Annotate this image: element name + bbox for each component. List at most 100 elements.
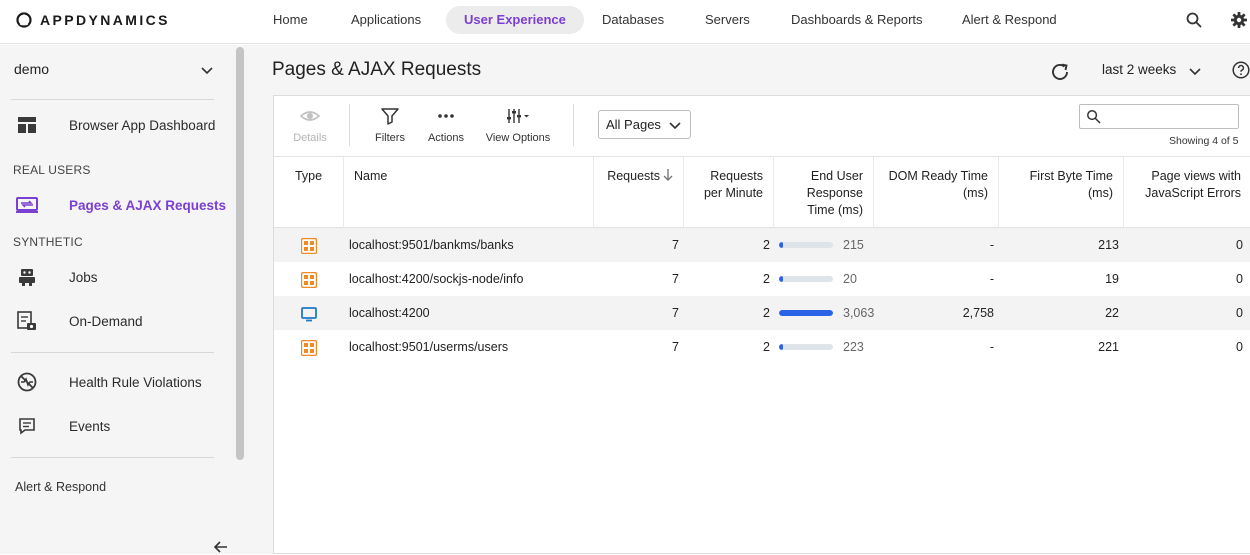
row-name-link[interactable]: localhost:9501/bankms/banks [349, 228, 514, 262]
column-header-label: (ms) [963, 186, 988, 200]
collapse-sidebar-icon[interactable] [213, 539, 229, 555]
sidebar-item-events[interactable]: Events [0, 411, 234, 441]
nav-user-experience[interactable]: User Experience [446, 6, 584, 34]
sidebar-item-browser-app-dashboard[interactable]: Browser App Dashboard [0, 110, 234, 140]
response-time-bar-fill [779, 344, 783, 350]
help-icon[interactable] [1232, 61, 1250, 79]
brand-name: APPDYNAMICS [40, 12, 170, 28]
table-row[interactable]: localhost:9501/bankms/banks 7 2 215 - 213 0 [274, 228, 1250, 262]
search-box[interactable] [1079, 104, 1239, 129]
sidebar-item-jobs[interactable]: Jobs [0, 262, 234, 292]
column-header-requests[interactable]: Requests [594, 157, 684, 228]
nav-databases[interactable]: Databases [584, 6, 682, 34]
toolbar-divider [573, 104, 574, 146]
time-range-selector[interactable]: last 2 weeks [1102, 62, 1202, 80]
table-row[interactable]: localhost:4200 7 2 3,063 2,758 22 0 [274, 296, 1250, 330]
events-icon [16, 415, 38, 437]
application-selector-value: demo [14, 61, 50, 77]
details-label: Details [293, 132, 327, 144]
row-requests-per-minute: 2 [763, 306, 770, 320]
filters-button[interactable]: Filters [372, 106, 408, 144]
sidebar-item-label: Browser App Dashboard [69, 117, 216, 133]
row-name-link[interactable]: localhost:4200/sockjs-node/info [349, 262, 523, 296]
sidebar-item-health-rule-violations[interactable]: Health Rule Violations [0, 367, 234, 397]
response-time-bar [779, 276, 833, 282]
column-header-label: Name [354, 169, 388, 183]
chevron-down-icon [669, 122, 681, 130]
column-header-label: per Minute [703, 186, 763, 200]
sidebar-item-label: On-Demand [69, 313, 143, 329]
column-header-label: End User [810, 169, 863, 183]
toolbar: Details Filters Actions View Options All… [274, 96, 1250, 156]
table-row[interactable]: localhost:9501/userms/users 7 2 223 - 221 0 [274, 330, 1250, 364]
row-first-byte-time: 221 [1098, 340, 1119, 354]
chevron-down-icon [201, 67, 213, 75]
section-real-users: REAL USERS [13, 163, 91, 177]
actions-label: Actions [427, 132, 465, 144]
nav-applications[interactable]: Applications [333, 6, 439, 34]
sidebar-scrollbar[interactable] [236, 47, 244, 460]
sidebar-item-label: Health Rule Violations [69, 374, 202, 390]
view-options-button[interactable]: View Options [485, 106, 551, 144]
row-end-user-response-time: 3,063 [843, 306, 875, 320]
column-header-end-user-response-time[interactable]: End User Response Time (ms) [774, 157, 874, 228]
nav-dashboards-reports[interactable]: Dashboards & Reports [773, 6, 941, 34]
sidebar-divider [11, 457, 214, 458]
row-end-user-response-time: 20 [843, 272, 857, 286]
row-js-errors: 0 [1236, 306, 1243, 320]
row-dom-ready-time: 2,758 [962, 306, 994, 320]
ajax-request-icon [301, 238, 317, 254]
sort-descending-icon [663, 169, 673, 181]
sidebar-divider [11, 352, 214, 353]
application-selector[interactable]: demo [14, 61, 214, 81]
row-end-user-response-time: 223 [843, 340, 864, 354]
response-time-bar-fill [779, 242, 783, 248]
column-header-type[interactable]: Type [274, 157, 344, 228]
sidebar-footer-alert-respond[interactable]: Alert & Respond [15, 480, 106, 494]
refresh-icon[interactable] [1049, 61, 1071, 83]
column-header-label: Requests [607, 169, 660, 183]
row-end-user-response-time: 215 [843, 238, 864, 252]
column-header-label: Response [806, 186, 863, 200]
response-time-bar [779, 242, 833, 248]
appdynamics-logo[interactable]: APPDYNAMICS [16, 12, 170, 28]
filters-label: Filters [375, 132, 405, 144]
robot-icon [16, 266, 38, 288]
ajax-icon [16, 194, 38, 216]
row-js-errors: 0 [1236, 272, 1243, 286]
view-options-label: View Options [485, 132, 551, 144]
column-header-label: JavaScript Errors [1145, 186, 1241, 200]
search-icon[interactable] [1185, 11, 1203, 29]
column-header-requests-per-minute[interactable]: Requests per Minute [684, 157, 774, 228]
nav-alert-respond[interactable]: Alert & Respond [944, 6, 1075, 34]
nav-servers[interactable]: Servers [687, 6, 768, 34]
column-header-first-byte-time[interactable]: First Byte Time (ms) [999, 157, 1124, 228]
search-icon [1087, 110, 1101, 124]
table-header: Type Name Requests Requests per Minute E… [274, 156, 1250, 228]
sidebar-item-pages-ajax-requests[interactable]: Pages & AJAX Requests [0, 190, 234, 220]
row-first-byte-time: 22 [1105, 306, 1119, 320]
more-actions-icon [438, 114, 454, 118]
details-button[interactable]: Details [292, 106, 328, 144]
column-header-label: First Byte Time [1029, 169, 1113, 183]
gear-icon[interactable] [1230, 11, 1248, 29]
row-requests-per-minute: 2 [763, 238, 770, 252]
row-requests: 7 [672, 306, 679, 320]
column-header-name[interactable]: Name [344, 157, 594, 228]
actions-button[interactable]: Actions [426, 106, 466, 144]
chevron-down-icon [1189, 68, 1201, 76]
page-type-filter-select[interactable]: All Pages [598, 110, 691, 139]
column-header-js-errors[interactable]: Page views with JavaScript Errors [1124, 157, 1250, 228]
table-row[interactable]: localhost:4200/sockjs-node/info 7 2 20 - 19 0 [274, 262, 1250, 296]
search-input[interactable] [1104, 107, 1234, 126]
page-title: Pages & AJAX Requests [272, 59, 482, 80]
row-dom-ready-time: - [989, 238, 994, 252]
row-name-link[interactable]: localhost:4200 [349, 296, 430, 330]
page-type-filter-value: All Pages [606, 117, 661, 132]
row-js-errors: 0 [1236, 340, 1243, 354]
response-time-bar [779, 310, 833, 316]
nav-home[interactable]: Home [255, 6, 326, 34]
column-header-dom-ready-time[interactable]: DOM Ready Time (ms) [874, 157, 999, 228]
row-name-link[interactable]: localhost:9501/userms/users [349, 330, 508, 364]
sidebar-item-on-demand[interactable]: On-Demand [0, 306, 234, 336]
